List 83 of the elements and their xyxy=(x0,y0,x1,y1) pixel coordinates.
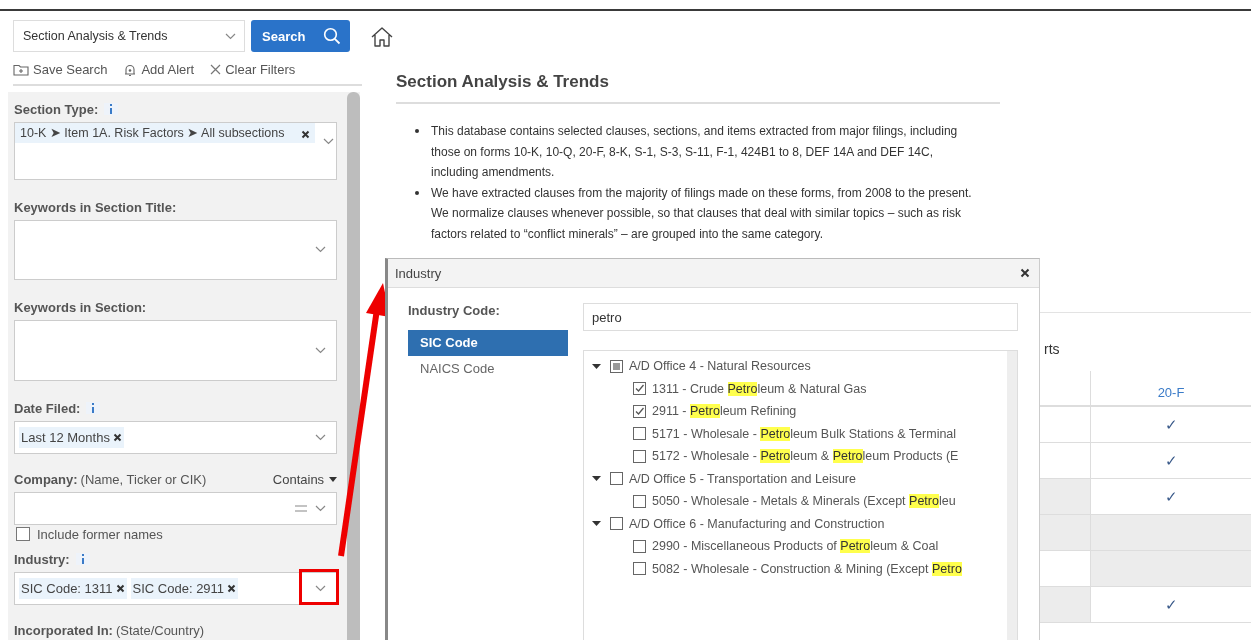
home-icon[interactable] xyxy=(370,26,394,48)
caret-icon[interactable] xyxy=(592,361,601,371)
page-title: Section Analysis & Trends xyxy=(396,72,610,92)
filter-select[interactable]: SIC Code: 1311 SIC Code: 2911 xyxy=(14,571,338,606)
keyword-field[interactable] xyxy=(14,320,338,381)
save-search-button[interactable]: Save Search xyxy=(13,62,108,77)
chevron-icon[interactable] xyxy=(315,504,327,512)
field-label: Industry Code: xyxy=(408,303,501,320)
chevron-icon[interactable] xyxy=(315,346,327,354)
field-hint: (State/Country) xyxy=(115,623,205,639)
chevron-icon[interactable] xyxy=(315,584,327,592)
scrollbar[interactable] xyxy=(347,92,360,640)
add-alert-button[interactable]: Add Alert xyxy=(123,62,195,77)
field-label: Keywords in Section Title: xyxy=(14,199,177,215)
company-field[interactable] xyxy=(14,491,338,525)
field-label: Keywords in Section: xyxy=(14,300,147,316)
database-select[interactable]: Section Analysis & Trends xyxy=(13,20,245,52)
tree-item-label: A/D Office 4 - Natural Resources xyxy=(629,359,811,374)
checkbox[interactable] xyxy=(610,472,623,486)
field-label: Company: xyxy=(14,471,78,487)
bullet-text: We have extracted clauses from the majority of filings made on these forms, from 2008 to the present. We normalize clauses whenever possible, so that clauses that deal with similar topics – such as risk factors related to “conflict minerals” – are grouped into the same category. xyxy=(431,184,973,243)
search-button[interactable]: Search xyxy=(251,20,350,52)
close-icon[interactable] xyxy=(1020,268,1030,278)
checkbox[interactable] xyxy=(16,527,30,542)
checkbox[interactable] xyxy=(610,517,623,531)
caret-icon xyxy=(329,476,338,482)
checkbox[interactable] xyxy=(633,539,646,553)
field-hint: (Name, Ticker or CIK) xyxy=(80,471,207,487)
chevron-icon[interactable] xyxy=(315,246,327,254)
dialog-title: Industry xyxy=(395,265,442,281)
remove-icon[interactable] xyxy=(227,583,237,593)
info-icon[interactable] xyxy=(104,103,119,116)
tree-item-label: 5171 - Wholesale - Petroleum Bulk Stations & Terminal xyxy=(652,426,957,441)
checkbox-label: Include former names xyxy=(37,526,163,542)
remove-icon[interactable] xyxy=(301,129,310,139)
table-cell-text: ✓ xyxy=(1163,486,1179,507)
tree-item-label: 1311 - Crude Petroleum & Natural Gas xyxy=(652,381,867,396)
code-type-tab[interactable]: SIC Code xyxy=(408,330,568,356)
clear-filters-button[interactable]: Clear Filters xyxy=(210,62,296,77)
table-cell-text: ✓ xyxy=(1163,450,1179,471)
chevron-icon[interactable] xyxy=(323,137,334,145)
table-cell-text: ✓ xyxy=(1163,594,1179,615)
checkbox[interactable] xyxy=(610,359,623,373)
field-label: Section Type: xyxy=(14,101,99,117)
bullet-dot xyxy=(415,129,419,133)
tree-item-label: 5172 - Wholesale - Petroleum & Petroleum Products (E xyxy=(652,449,959,464)
tree-item-label: A/D Office 6 - Manufacturing and Construction xyxy=(629,516,885,531)
info-icon[interactable] xyxy=(86,402,101,415)
tree-item-label: 5082 - Wholesale - Construction & Mining (Except Petro xyxy=(652,561,962,576)
search-field[interactable]: petro xyxy=(583,303,1018,331)
checkbox[interactable] xyxy=(633,427,646,441)
checkbox[interactable] xyxy=(633,449,646,463)
info-icon[interactable] xyxy=(75,553,90,566)
field-label: Industry: xyxy=(14,551,70,567)
section-type-field[interactable]: 10-K ➤ Item 1A. Risk Factors ➤ All subsections xyxy=(14,121,338,180)
checkbox[interactable] xyxy=(633,382,646,396)
field-label: Incorporated In: xyxy=(14,623,113,639)
checkbox[interactable] xyxy=(633,494,646,508)
code-type-tab[interactable]: NAICS Code xyxy=(408,356,568,382)
close-icon xyxy=(210,64,222,75)
search-icon xyxy=(323,27,341,45)
column-header: 20-F xyxy=(1156,383,1186,402)
section-heading: rts xyxy=(1043,341,1061,357)
tree-item-label: A/D Office 5 - Transportation and Leisure xyxy=(629,471,856,486)
scrollbar[interactable] xyxy=(1007,351,1017,640)
tree-item-label: 2990 - Miscellaneous Products of Petroleum & Coal xyxy=(652,539,939,554)
caret-icon[interactable] xyxy=(592,474,601,484)
match-mode-dropdown[interactable]: Contains xyxy=(272,471,338,487)
folder-icon xyxy=(13,63,29,76)
bullet-dot xyxy=(415,190,419,195)
chevron-icon[interactable] xyxy=(315,433,327,441)
bullet-text: This database contains selected clauses, sections, and items extracted from major filings, including those on forms 10-K, 10-Q, 20-F, 8-K, S-1, S-3, S-11, F-1, 424B1 to 8, DEF 14A and DEF 14C, including amendments. xyxy=(431,123,959,181)
checkbox[interactable] xyxy=(633,404,646,418)
table-cell-text: ✓ xyxy=(1163,414,1179,435)
remove-icon[interactable] xyxy=(112,432,122,442)
remove-icon[interactable] xyxy=(115,583,125,593)
chevron-icon[interactable] xyxy=(225,32,236,40)
keyword-field[interactable] xyxy=(14,219,338,281)
filter-select[interactable]: Last 12 Months xyxy=(14,420,338,454)
bell-icon xyxy=(123,62,138,77)
caret-icon[interactable] xyxy=(592,519,601,529)
field-label: Date Filed: xyxy=(14,400,81,416)
checkbox[interactable] xyxy=(633,562,646,576)
